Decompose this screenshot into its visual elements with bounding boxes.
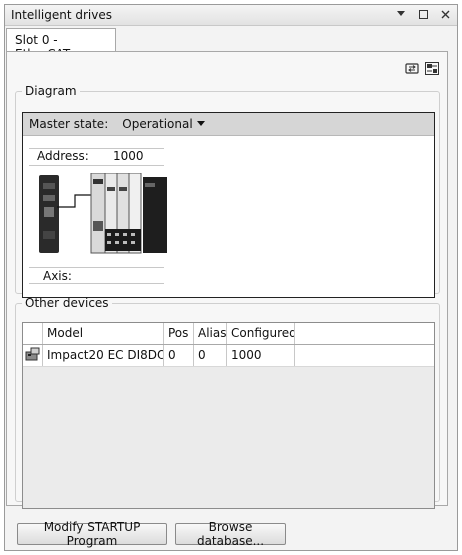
master-state-bar: Master state: Operational [23, 113, 434, 136]
browse-database-button[interactable]: Browse database... [175, 520, 286, 548]
cell-model: Impact20 EC DI8DO8 [43, 345, 164, 366]
diagram-legend: Diagram [25, 84, 77, 98]
master-state-label: Master state: [29, 117, 109, 131]
dropdown-arrow-icon[interactable] [395, 7, 407, 21]
table-header: Model Pos Alias Configured [23, 323, 434, 345]
window-title: Intelligent drives [11, 8, 112, 22]
close-icon[interactable] [439, 7, 451, 21]
restore-icon[interactable] [417, 7, 429, 21]
table-row[interactable]: Impact20 EC DI8DO8 0 0 1000 [23, 345, 434, 367]
column-header-icon [23, 323, 43, 344]
column-header-pos[interactable]: Pos [164, 323, 194, 344]
diagram-canvas: Master state: Operational Address: 1000 [22, 112, 435, 298]
address-label: Address: [37, 149, 89, 163]
ethercat-device-image[interactable] [39, 173, 169, 257]
tab-slot-0-ethercat[interactable]: Slot 0 - EtherCAT [6, 28, 116, 61]
toolbar [405, 62, 439, 75]
master-state-dropdown[interactable]: Operational [122, 117, 205, 131]
window-controls [395, 7, 451, 21]
title-bar: Intelligent drives [5, 5, 457, 26]
diagram-group: Diagram Master state: Operational Addres… [15, 84, 440, 298]
axis-row: Axis: [29, 267, 164, 284]
cell-configured: 1000 [227, 345, 295, 366]
device-icon [23, 345, 43, 366]
refresh-icon[interactable] [405, 62, 419, 75]
column-header-alias[interactable]: Alias [194, 323, 227, 344]
other-devices-legend: Other devices [25, 296, 109, 310]
layout-icon[interactable] [425, 62, 439, 75]
column-header-configured[interactable]: Configured [227, 323, 295, 344]
other-devices-group: Other devices Model Pos Alias Configured… [15, 296, 440, 509]
cell-pos: 0 [164, 345, 194, 366]
tab-panel: Diagram Master state: Operational Addres… [6, 51, 448, 509]
modify-startup-program-button[interactable]: Modify STARTUP Program [17, 520, 167, 548]
address-value: 1000 [113, 149, 144, 163]
cell-filler [295, 345, 434, 366]
devices-table: Model Pos Alias Configured Impact20 EC D… [22, 322, 435, 509]
column-header-model[interactable]: Model [43, 323, 164, 344]
address-row: Address: 1000 [29, 148, 164, 166]
chevron-down-icon [196, 121, 205, 126]
master-state-value: Operational [122, 117, 193, 131]
cell-alias: 0 [194, 345, 227, 366]
column-header-filler [295, 323, 434, 344]
